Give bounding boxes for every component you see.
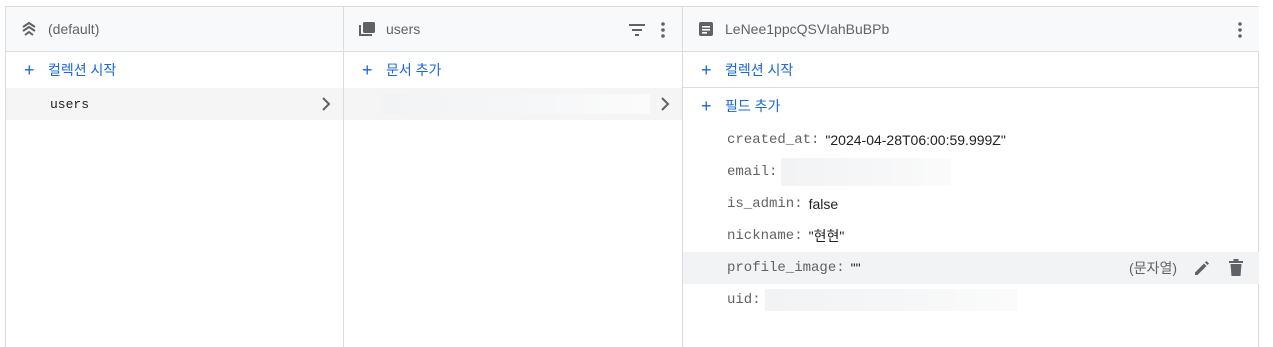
field-type-label: (문자열) <box>1129 260 1177 276</box>
plus-icon: + <box>701 96 712 116</box>
start-subcollection-label: 컬렉션 시작 <box>725 61 794 78</box>
collection-item-label: users <box>50 96 90 112</box>
field-value: "" <box>850 260 861 276</box>
add-field-button[interactable]: + 필드 추가 <box>683 88 1259 124</box>
root-column-header: (default) <box>6 7 343 52</box>
add-field-label: 필드 추가 <box>725 98 781 114</box>
collection-icon <box>358 20 376 38</box>
document-item-selected[interactable] <box>344 88 682 120</box>
redacted-document-id <box>380 94 650 114</box>
document-column-header: LeNee1ppcQSVIahBuBPb <box>683 7 1259 52</box>
more-vert-icon[interactable] <box>1227 17 1253 43</box>
start-collection-button[interactable]: + 컬렉션 시작 <box>6 52 343 88</box>
field-row-nickname[interactable]: nickname: "현현" <box>683 220 1259 252</box>
firestore-data-panel: (default) + 컬렉션 시작 users users + 문서 추가 L… <box>5 6 1259 347</box>
field-row-is-admin[interactable]: is_admin: false <box>683 188 1259 220</box>
field-key: is_admin: <box>727 196 803 212</box>
plus-icon: + <box>362 60 373 80</box>
redacted-uid-value <box>764 289 1017 311</box>
collection-title: users <box>386 21 421 37</box>
field-key: nickname: <box>727 228 803 244</box>
add-document-button[interactable]: + 문서 추가 <box>344 52 682 88</box>
field-row-uid[interactable]: uid: <box>683 284 1259 316</box>
collection-item-users[interactable]: users <box>6 88 343 120</box>
field-row-created-at[interactable]: created_at: "2024-04-28T06:00:59.999Z" <box>683 124 1259 156</box>
document-title: LeNee1ppcQSVIahBuBPb <box>725 21 890 37</box>
field-row-profile-image[interactable]: profile_image: "" (문자열) <box>683 252 1259 284</box>
field-value: "현현" <box>808 228 845 244</box>
root-column: (default) + 컬렉션 시작 users <box>6 7 344 347</box>
collection-column-header: users <box>344 7 682 52</box>
field-key: uid: <box>727 292 761 308</box>
add-document-label: 문서 추가 <box>386 62 442 78</box>
redacted-email-value <box>781 158 952 186</box>
field-value: false <box>808 196 839 212</box>
field-key: created_at: <box>727 132 820 148</box>
field-value: "2024-04-28T06:00:59.999Z" <box>825 132 1006 148</box>
chevron-right-icon <box>660 88 670 120</box>
plus-icon: + <box>24 60 35 80</box>
plus-icon: + <box>701 59 712 80</box>
field-row-email[interactable]: email: <box>683 156 1259 188</box>
edit-icon[interactable] <box>1189 255 1215 281</box>
root-title: (default) <box>48 21 100 37</box>
document-icon <box>697 20 715 38</box>
field-key: profile_image: <box>727 260 845 276</box>
chevron-right-icon <box>321 88 331 120</box>
start-collection-label: 컬렉션 시작 <box>48 62 117 78</box>
filter-icon[interactable] <box>624 17 650 43</box>
start-subcollection-button[interactable]: + 컬렉션 시작 <box>683 52 1259 88</box>
database-stack-icon <box>20 20 38 38</box>
delete-icon[interactable] <box>1223 255 1249 281</box>
field-key: email: <box>727 164 778 180</box>
collection-column: users + 문서 추가 <box>344 7 683 347</box>
document-column: LeNee1ppcQSVIahBuBPb + 컬렉션 시작 + 필드 추가 cr… <box>683 7 1259 347</box>
more-vert-icon[interactable] <box>650 17 676 43</box>
